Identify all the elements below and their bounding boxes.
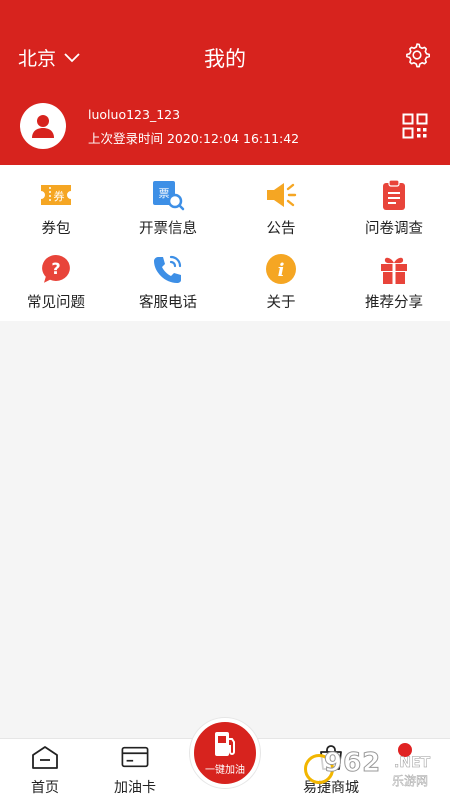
watermark-cn: 乐游网 <box>392 774 429 788</box>
svg-text:?: ? <box>51 259 60 278</box>
page-title: 我的 <box>204 47 246 71</box>
menu-grid: 券 券包 票 开票信息 公告 问卷调查 ? 常见问题 客服电话 i 关于 推荐分… <box>0 165 450 321</box>
tab-fuel-card[interactable]: 加油卡 <box>90 744 180 797</box>
menu-item-invoice[interactable]: 票 开票信息 <box>112 179 224 238</box>
coupon-icon: 券 <box>39 179 73 211</box>
menu-label: 问卷调查 <box>365 221 423 237</box>
watermark-main: 962 <box>323 748 382 779</box>
info-icon: i <box>264 253 298 285</box>
user-icon <box>32 115 54 138</box>
menu-label: 券包 <box>41 221 71 237</box>
qr-code-icon[interactable] <box>402 113 428 139</box>
invoice-glyph: 票 <box>159 187 170 200</box>
card-icon <box>121 744 149 770</box>
menu-item-faq[interactable]: ? 常见问题 <box>0 253 112 312</box>
tab-label: 首页 <box>31 780 59 796</box>
menu-item-about[interactable]: i 关于 <box>225 253 337 312</box>
invoice-search-icon: 票 <box>151 179 185 211</box>
menu-label: 常见问题 <box>27 295 85 311</box>
site-watermark: 962 .NET 乐游网 <box>302 748 442 792</box>
phone-icon <box>151 253 185 285</box>
menu-label: 客服电话 <box>139 295 197 311</box>
watermark-net: .NET <box>394 755 431 772</box>
avatar[interactable] <box>20 103 66 149</box>
profile-header: 北京 我的 luoluo123_123 上次登录时间 2020:12:04 16… <box>0 0 450 165</box>
svg-text:i: i <box>278 260 285 281</box>
menu-item-announcement[interactable]: 公告 <box>225 179 337 238</box>
one-click-refuel-button[interactable]: 一键加油 <box>190 718 260 788</box>
menu-label: 开票信息 <box>139 221 197 237</box>
coupon-glyph: 券 <box>54 189 65 203</box>
refuel-label: 一键加油 <box>205 765 245 776</box>
menu-item-hotline[interactable]: 客服电话 <box>112 253 224 312</box>
question-icon: ? <box>39 253 73 285</box>
home-icon <box>31 744 59 770</box>
menu-item-coupons[interactable]: 券 券包 <box>0 179 112 238</box>
menu-label: 关于 <box>266 295 296 311</box>
fuel-pump-icon <box>215 732 235 756</box>
menu-item-survey[interactable]: 问卷调查 <box>338 179 450 238</box>
tab-label: 加油卡 <box>114 780 156 796</box>
megaphone-icon <box>264 179 298 211</box>
menu-item-share[interactable]: 推荐分享 <box>338 253 450 312</box>
gift-icon <box>377 253 411 285</box>
menu-label: 推荐分享 <box>365 295 423 311</box>
gear-icon[interactable] <box>404 42 430 68</box>
username: luoluo123_123 <box>88 107 181 122</box>
last-login-time: 上次登录时间 2020:12:04 16:11:42 <box>88 131 300 146</box>
tab-home[interactable]: 首页 <box>0 744 90 797</box>
menu-label: 公告 <box>266 221 296 237</box>
clipboard-icon <box>377 179 411 211</box>
